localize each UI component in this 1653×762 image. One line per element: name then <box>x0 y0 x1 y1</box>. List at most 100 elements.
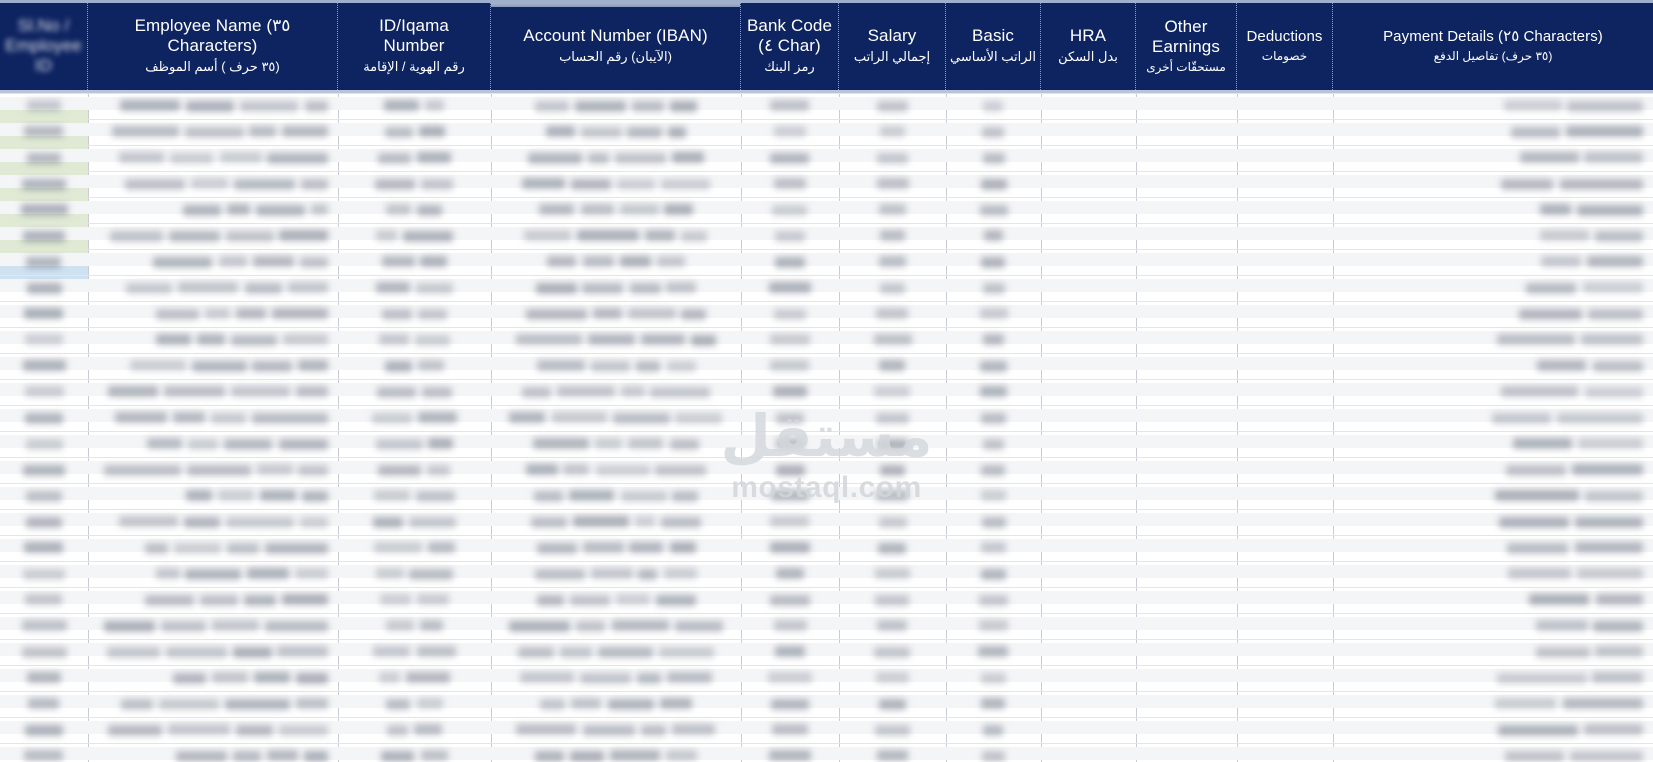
column-header-en-label: Account Number (IBAN) <box>523 26 708 45</box>
redacted-cell-text <box>536 283 577 294</box>
redacted-cell-text <box>414 724 442 735</box>
column-header-payment-details[interactable]: Payment Details (٢٥ Characters) (٣٥ حرف)… <box>1333 3 1653 90</box>
redacted-cell-text <box>169 231 220 242</box>
redacted-cell-text <box>670 542 696 553</box>
redacted-cell-text <box>641 725 666 736</box>
redacted-cell-text <box>227 204 250 215</box>
redacted-cell-text <box>425 100 444 111</box>
column-header-ar-label: رقم الهوية / الإقامة <box>363 59 465 74</box>
redacted-cell-text <box>409 569 453 580</box>
redacted-cell-text <box>1495 490 1579 501</box>
column-header-ar-label: (٣٥ حرف) تفاصيل الدفع <box>1433 48 1553 63</box>
redacted-cell-text <box>240 101 298 112</box>
redacted-cell-text <box>381 751 414 762</box>
column-header-deductions[interactable]: Deductions خصومات <box>1237 3 1333 90</box>
redacted-cell-text <box>156 334 191 345</box>
redacted-cell-text <box>537 595 564 606</box>
redacted-cell-text <box>25 413 63 424</box>
redacted-cell-text <box>664 204 693 215</box>
redacted-cell-text <box>983 101 1003 112</box>
redacted-cell-text <box>636 361 660 372</box>
redacted-cell-text <box>1593 361 1643 372</box>
redacted-cell-text <box>385 361 412 372</box>
redacted-cell-text <box>981 569 1006 580</box>
redacted-cell-text <box>416 283 453 294</box>
redacted-cell-text <box>1499 517 1569 528</box>
redacted-cell-text <box>249 126 276 137</box>
redacted-cell-text <box>256 205 305 216</box>
redacted-cell-text <box>21 204 68 215</box>
redacted-cell-text <box>526 309 587 320</box>
redacted-cell-text <box>376 568 404 579</box>
redacted-cell-text <box>681 231 707 242</box>
redacted-cell-text <box>130 360 186 371</box>
redacted-cell-text <box>981 465 1005 476</box>
redacted-cell-text <box>1592 672 1643 683</box>
redacted-cell-text <box>878 543 906 554</box>
redacted-cell-text <box>981 179 1007 190</box>
redacted-cell-text <box>774 309 806 320</box>
redacted-cell-text <box>877 178 909 189</box>
redacted-cell-text <box>638 569 657 580</box>
redacted-cell-text <box>386 699 410 710</box>
redacted-cell-text <box>265 543 328 554</box>
redacted-cell-text <box>375 179 415 190</box>
redacted-cell-text <box>876 490 908 501</box>
redacted-cell-text <box>668 127 686 138</box>
redacted-cell-text <box>879 256 906 267</box>
column-header-account-number-iban[interactable]: Account Number (IBAN) (الآيبان) رقم الحس… <box>491 3 741 90</box>
column-header-bank-code[interactable]: Bank Code (٤ Char) رمز البنك <box>741 3 839 90</box>
redacted-cell-text <box>1577 205 1643 216</box>
redacted-cell-text <box>231 386 290 397</box>
column-header-hra[interactable]: HRA بدل السكن <box>1041 3 1136 90</box>
column-header-other-earnings[interactable]: Other Earnings مستحقّات أخرى <box>1136 3 1237 90</box>
redacted-cell-text <box>27 153 61 164</box>
redacted-cell-text <box>305 101 328 112</box>
redacted-cell-text <box>1507 543 1568 554</box>
redacted-cell-text <box>526 464 558 475</box>
redacted-cell-text <box>218 490 254 501</box>
redacted-cell-text <box>595 438 622 449</box>
redacted-cell-text <box>768 672 812 683</box>
redacted-cell-text <box>311 204 328 215</box>
redacted-cell-text <box>387 725 408 736</box>
column-header-employee-name[interactable]: Employee Name (٣٥ Characters) (٣٥ حرف ) … <box>88 3 338 90</box>
redacted-cell-text <box>540 699 565 710</box>
redacted-cell-text <box>186 490 212 501</box>
column-header-en-label: ID/Iqama Number <box>379 16 449 55</box>
redacted-cell-text <box>379 334 409 345</box>
redacted-cell-text <box>24 126 63 137</box>
redacted-cell-text <box>776 413 804 424</box>
column-header-basic[interactable]: Basic الراتب الأساسي <box>946 3 1041 90</box>
redacted-cell-text <box>120 100 180 111</box>
table-header-row: Sl.No / Employee ID Employee Name (٣٥ Ch… <box>0 0 1653 93</box>
redacted-cell-text <box>563 464 589 475</box>
column-header-id-iqama-number[interactable]: ID/Iqama Number رقم الهوية / الإقامة <box>338 3 491 90</box>
redacted-cell-text <box>282 594 328 605</box>
redacted-cell-text <box>233 751 261 762</box>
redacted-cell-text <box>874 386 910 397</box>
redacted-cell-text <box>1588 309 1643 320</box>
redacted-cell-text <box>147 438 182 449</box>
column-header-sl-no-employee-id[interactable]: Sl.No / Employee ID <box>0 3 88 90</box>
redacted-cell-text <box>373 517 403 528</box>
redacted-cell-text <box>547 256 576 267</box>
redacted-cell-text <box>27 283 62 294</box>
redacted-cell-text <box>1595 231 1643 242</box>
redacted-cell-text <box>236 725 273 736</box>
redacted-cell-text <box>121 699 153 710</box>
redacted-cell-text <box>233 647 272 658</box>
redacted-cell-text <box>211 413 246 424</box>
column-header-salary[interactable]: Salary إجمالي الراتب <box>839 3 946 90</box>
redacted-cell-text <box>244 595 276 606</box>
redacted-cell-text <box>583 542 624 553</box>
redacted-cell-text <box>164 386 225 397</box>
redacted-cell-text <box>577 230 639 241</box>
redacted-cell-text <box>409 517 456 528</box>
redacted-cell-text <box>168 724 230 735</box>
table-body[interactable] <box>0 93 1653 762</box>
redacted-cell-text <box>661 179 710 190</box>
redacted-cell-text <box>26 257 61 268</box>
redacted-cell-text <box>980 308 1008 319</box>
redacted-cell-text <box>1511 127 1560 138</box>
